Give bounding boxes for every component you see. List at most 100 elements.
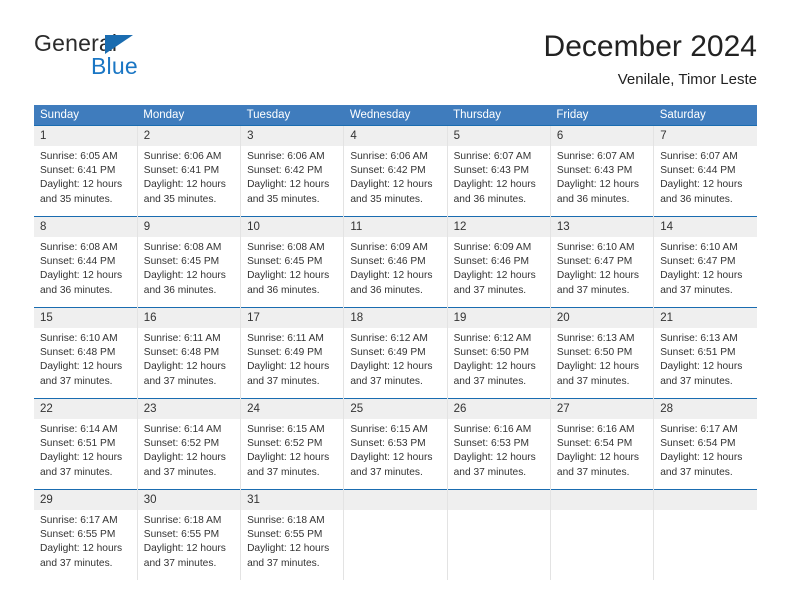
daylight-duration-line2: and 37 minutes. xyxy=(453,284,527,296)
calendar-day-cell-empty xyxy=(653,489,757,580)
sunset-time: Sunset: 6:49 PM xyxy=(247,347,323,359)
daylight-duration-line2: and 37 minutes. xyxy=(247,375,320,387)
calendar-day-cell[interactable]: 13 Sunrise: 6:10 AM Sunset: 6:47 PM Dayligh… xyxy=(549,216,654,308)
day-number: 27 xyxy=(550,399,654,419)
calendar-day-cell[interactable]: 1 Sunrise: 6:05 AM Sunset: 6:41 PM Daylight… xyxy=(34,125,138,217)
calendar-day-cell[interactable]: 21 Sunrise: 6:13 AM Sunset: 6:51 PM Dayligh… xyxy=(653,307,757,399)
sunrise-time: Sunrise: 6:08 AM xyxy=(143,242,222,253)
sunrise-time: Sunrise: 6:10 AM xyxy=(556,242,635,253)
daylight-duration-line1: Daylight: 12 hours xyxy=(350,452,433,464)
calendar-header-row: Sunday Monday Tuesday Wednesday Thursday… xyxy=(34,105,757,126)
sunset-time: Sunset: 6:42 PM xyxy=(247,165,323,177)
calendar-day-cell[interactable]: 17 Sunrise: 6:11 AM Sunset: 6:49 PM Dayligh… xyxy=(240,307,344,399)
daylight-duration-line2: and 36 minutes. xyxy=(556,193,630,205)
calendar-day-cell[interactable]: 12 Sunrise: 6:09 AM Sunset: 6:46 PM Dayligh… xyxy=(446,216,551,308)
sunset-time: Sunset: 6:43 PM xyxy=(556,165,633,177)
sunrise-time: Sunrise: 6:15 AM xyxy=(247,424,325,435)
day-details: Sunrise: 6:07 AM Sunset: 6:44 PM Daylight:… xyxy=(654,146,757,216)
daylight-duration-line1: Daylight: 12 hours xyxy=(247,179,330,191)
calendar-day-cell[interactable]: 3 Sunrise: 6:06 AM Sunset: 6:42 PM Daylight… xyxy=(240,125,344,217)
calendar-week-row: 29 Sunrise: 6:17 AM Sunset: 6:55 PM Dayligh… xyxy=(34,489,757,580)
sunrise-time: Sunrise: 6:07 AM xyxy=(453,151,532,162)
day-details: Sunrise: 6:06 AM Sunset: 6:42 PM Daylight:… xyxy=(241,146,343,216)
day-details: Sunrise: 6:14 AM Sunset: 6:52 PM Daylight:… xyxy=(138,419,240,489)
calendar-day-cell[interactable]: 8 Sunrise: 6:08 AM Sunset: 6:44 PM Daylight… xyxy=(34,216,138,308)
calendar-day-cell[interactable]: 26 Sunrise: 6:16 AM Sunset: 6:53 PM Dayligh… xyxy=(446,398,551,490)
sunrise-time: Sunrise: 6:11 AM xyxy=(143,333,221,344)
day-details: Sunrise: 6:06 AM Sunset: 6:42 PM Daylight:… xyxy=(344,146,446,216)
sunrise-time: Sunrise: 6:12 AM xyxy=(453,333,532,344)
calendar-day-cell[interactable]: 27 Sunrise: 6:16 AM Sunset: 6:54 PM Dayligh… xyxy=(549,398,654,490)
daylight-duration-line1: Daylight: 12 hours xyxy=(143,270,226,282)
calendar-day-cell[interactable]: 23 Sunrise: 6:14 AM Sunset: 6:52 PM Dayligh… xyxy=(136,398,241,490)
sunrise-time: Sunrise: 6:10 AM xyxy=(40,333,118,344)
day-number xyxy=(550,490,654,510)
calendar-day-cell[interactable]: 19 Sunrise: 6:12 AM Sunset: 6:50 PM Dayligh… xyxy=(446,307,551,399)
daylight-duration-line1: Daylight: 12 hours xyxy=(453,270,536,282)
calendar-day-cell[interactable]: 31 Sunrise: 6:18 AM Sunset: 6:55 PM Dayligh… xyxy=(240,489,344,580)
day-number: 1 xyxy=(34,126,137,146)
day-details: Sunrise: 6:11 AM Sunset: 6:49 PM Daylight:… xyxy=(241,328,343,398)
day-details: Sunrise: 6:08 AM Sunset: 6:45 PM Daylight:… xyxy=(241,237,343,307)
calendar-day-cell[interactable]: 18 Sunrise: 6:12 AM Sunset: 6:49 PM Dayligh… xyxy=(343,307,448,399)
weekday-header-wednesday: Wednesday xyxy=(343,105,448,126)
daylight-duration-line1: Daylight: 12 hours xyxy=(453,452,536,464)
daylight-duration-line1: Daylight: 12 hours xyxy=(660,361,743,373)
calendar-day-cell[interactable]: 15 Sunrise: 6:10 AM Sunset: 6:48 PM Dayligh… xyxy=(34,307,138,399)
page-header: General Blue December 2024 Venilale, Tim… xyxy=(34,28,757,94)
sunrise-time: Sunrise: 6:06 AM xyxy=(350,151,428,162)
calendar-day-cell[interactable]: 11 Sunrise: 6:09 AM Sunset: 6:46 PM Dayligh… xyxy=(343,216,448,308)
daylight-duration-line1: Daylight: 12 hours xyxy=(143,361,226,373)
sunset-time: Sunset: 6:50 PM xyxy=(453,347,529,359)
calendar-day-cell[interactable]: 2 Sunrise: 6:06 AM Sunset: 6:41 PM Daylight… xyxy=(136,125,241,217)
calendar-day-cell[interactable]: 5 Sunrise: 6:07 AM Sunset: 6:43 PM Daylight… xyxy=(446,125,551,217)
calendar-day-cell[interactable]: 14 Sunrise: 6:10 AM Sunset: 6:47 PM Dayligh… xyxy=(653,216,757,308)
calendar-day-cell[interactable]: 30 Sunrise: 6:18 AM Sunset: 6:55 PM Dayligh… xyxy=(136,489,241,580)
daylight-duration-line2: and 37 minutes. xyxy=(660,284,733,296)
day-number: 25 xyxy=(344,399,447,419)
day-number: 5 xyxy=(447,126,550,146)
sunrise-time: Sunrise: 6:13 AM xyxy=(556,333,635,344)
calendar-day-cell[interactable]: 29 Sunrise: 6:17 AM Sunset: 6:55 PM Dayligh… xyxy=(34,489,138,580)
calendar-day-cell[interactable]: 6 Sunrise: 6:07 AM Sunset: 6:43 PM Daylight… xyxy=(549,125,654,217)
day-details: Sunrise: 6:18 AM Sunset: 6:55 PM Daylight:… xyxy=(138,510,240,580)
calendar-day-cell[interactable]: 28 Sunrise: 6:17 AM Sunset: 6:54 PM Dayligh… xyxy=(653,398,757,490)
daylight-duration-line1: Daylight: 12 hours xyxy=(660,179,743,191)
calendar-day-cell[interactable]: 4 Sunrise: 6:06 AM Sunset: 6:42 PM Daylight… xyxy=(343,125,448,217)
sunrise-time: Sunrise: 6:14 AM xyxy=(40,424,118,435)
day-details: Sunrise: 6:14 AM Sunset: 6:51 PM Daylight:… xyxy=(34,419,137,489)
calendar-day-cell[interactable]: 20 Sunrise: 6:13 AM Sunset: 6:50 PM Dayligh… xyxy=(549,307,654,399)
weekday-header-saturday: Saturday xyxy=(653,105,757,126)
daylight-duration-line1: Daylight: 12 hours xyxy=(247,361,330,373)
day-number: 14 xyxy=(654,217,757,237)
sunset-time: Sunset: 6:45 PM xyxy=(143,256,220,268)
daylight-duration-line2: and 36 minutes. xyxy=(40,284,113,296)
calendar-day-cell[interactable]: 10 Sunrise: 6:08 AM Sunset: 6:45 PM Dayligh… xyxy=(240,216,344,308)
day-number: 24 xyxy=(241,399,344,419)
page-title: December 2024 xyxy=(543,30,757,63)
calendar-day-cell[interactable]: 9 Sunrise: 6:08 AM Sunset: 6:45 PM Daylight… xyxy=(136,216,241,308)
weekday-header-friday: Friday xyxy=(550,105,654,126)
day-details: Sunrise: 6:05 AM Sunset: 6:41 PM Daylight:… xyxy=(34,146,137,216)
day-details xyxy=(344,510,446,580)
daylight-duration-line2: and 37 minutes. xyxy=(660,466,733,478)
calendar-day-cell[interactable]: 24 Sunrise: 6:15 AM Sunset: 6:52 PM Dayligh… xyxy=(240,398,344,490)
sunset-time: Sunset: 6:54 PM xyxy=(660,438,736,450)
calendar-day-cell[interactable]: 22 Sunrise: 6:14 AM Sunset: 6:51 PM Dayligh… xyxy=(34,398,138,490)
sunrise-time: Sunrise: 6:15 AM xyxy=(350,424,428,435)
sunrise-time: Sunrise: 6:07 AM xyxy=(660,151,738,162)
daylight-duration-line1: Daylight: 12 hours xyxy=(40,179,123,191)
daylight-duration-line1: Daylight: 12 hours xyxy=(247,543,330,555)
day-number: 10 xyxy=(241,217,344,237)
day-details: Sunrise: 6:15 AM Sunset: 6:52 PM Daylight:… xyxy=(241,419,343,489)
calendar-day-cell[interactable]: 25 Sunrise: 6:15 AM Sunset: 6:53 PM Dayligh… xyxy=(343,398,448,490)
day-details: Sunrise: 6:10 AM Sunset: 6:47 PM Daylight:… xyxy=(654,237,757,307)
sunset-time: Sunset: 6:45 PM xyxy=(247,256,323,268)
daylight-duration-line2: and 36 minutes. xyxy=(453,193,527,205)
sunrise-time: Sunrise: 6:13 AM xyxy=(660,333,738,344)
logo-text-blue: Blue xyxy=(91,53,138,79)
calendar-day-cell[interactable]: 16 Sunrise: 6:11 AM Sunset: 6:48 PM Dayligh… xyxy=(136,307,241,399)
calendar-day-cell[interactable]: 7 Sunrise: 6:07 AM Sunset: 6:44 PM Daylight… xyxy=(653,125,757,217)
daylight-duration-line1: Daylight: 12 hours xyxy=(660,270,743,282)
daylight-duration-line2: and 37 minutes. xyxy=(556,284,630,296)
